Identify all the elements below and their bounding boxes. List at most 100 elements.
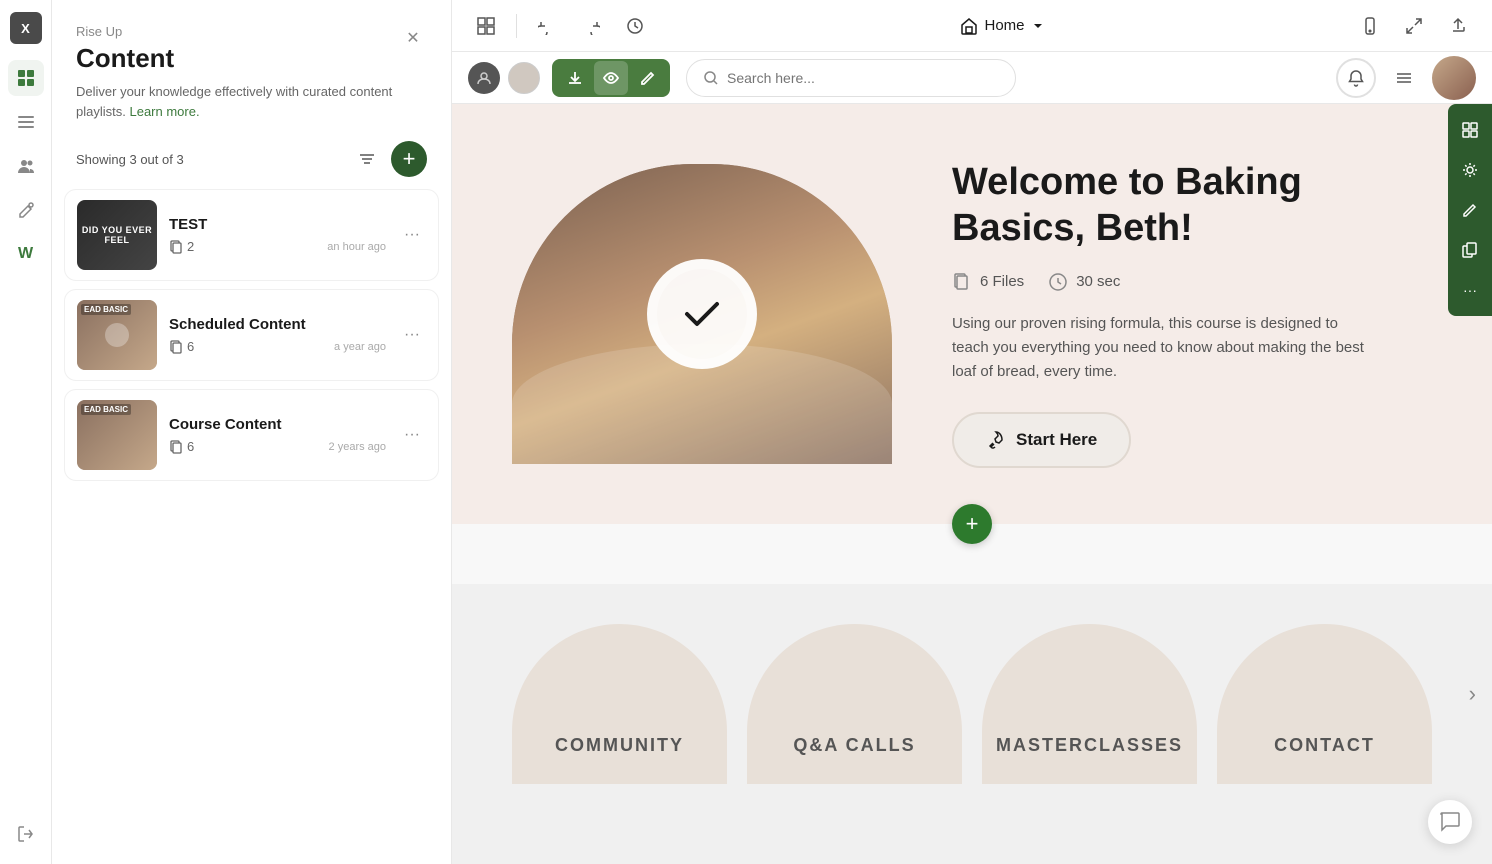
chat-icon [1439,811,1461,833]
item-files: 2 [169,239,194,254]
item-meta: 2 an hour ago [169,239,386,254]
expand-button[interactable] [1396,8,1432,44]
rocket-icon [986,430,1006,450]
content-list: DID YOU EVER FEEL TEST 2 an hour ago ··· [52,189,451,864]
hero-description: Using our proven rising formula, this co… [952,312,1372,384]
item-name: Scheduled Content [169,316,386,333]
panel-header: Rise Up Content Deliver your knowledge e… [52,0,451,133]
user-avatar-2[interactable] [508,62,540,94]
hero-stats: 6 Files 30 sec [952,272,1432,292]
chat-bubble-button[interactable] [1428,800,1472,844]
undo-button[interactable] [529,8,565,44]
nav-icon-w[interactable]: W [8,236,44,272]
panel-toolbar: Showing 3 out of 3 + [52,133,451,189]
clock-icon [1048,272,1068,292]
nav-card-label-contact: CONTACT [1274,735,1375,756]
item-name: Course Content [169,416,386,433]
item-time: 2 years ago [329,441,386,453]
menu-button[interactable] [1384,58,1424,98]
search-input[interactable] [727,70,999,86]
scroll-right-button[interactable]: › [1469,681,1476,707]
files-icon [952,272,972,292]
right-toolbar-settings[interactable] [1452,152,1488,188]
right-sidebar-toolbar: ··· [1448,104,1492,316]
list-item[interactable]: EAD BASIC Scheduled Content 6 a year ago [64,289,439,381]
mobile-preview-button[interactable] [1352,8,1388,44]
panel-description: Deliver your knowledge effectively with … [76,82,399,121]
icon-rail: X W [0,0,52,864]
item-info: Scheduled Content 6 a year ago [169,316,386,354]
start-btn-label: Start Here [1016,430,1097,450]
history-button[interactable] [617,8,653,44]
user-avatar-large[interactable] [1432,56,1476,100]
secondary-toolbar [452,52,1492,104]
home-navigation[interactable]: Home [960,17,1044,35]
nav-icon-dashboard[interactable] [8,60,44,96]
hero-section: Welcome to Baking Basics, Beth! 6 Files [452,104,1492,524]
share-button[interactable] [1440,8,1476,44]
sort-button[interactable] [351,143,383,175]
redo-button[interactable] [573,8,609,44]
item-thumbnail: DID YOU EVER FEEL [77,200,157,270]
item-meta: 6 2 years ago [169,439,386,454]
search-icon [703,70,719,86]
notification-button[interactable] [1336,58,1376,98]
files-count: 6 Files [980,273,1024,290]
item-time: a year ago [334,341,386,353]
list-item[interactable]: EAD BASIC Course Content 6 2 years ago ·… [64,389,439,481]
nav-card-label-community: COMMUNITY [555,735,684,756]
search-bar [686,59,1016,97]
item-thumbnail: EAD BASIC [77,400,157,470]
left-panel: Rise Up Content Deliver your knowledge e… [52,0,452,864]
nav-card-qa-calls[interactable]: Q&A CALLS [747,624,962,784]
close-panel-button[interactable]: ✕ [399,24,427,52]
right-toolbar-edit[interactable] [1452,192,1488,228]
toolbar-right [1352,8,1476,44]
nav-icon-users[interactable] [8,148,44,184]
start-here-button[interactable]: Start Here [952,412,1131,468]
right-toolbar-more[interactable]: ··· [1452,272,1488,308]
item-more-button[interactable]: ··· [398,224,426,246]
item-meta: 6 a year ago [169,339,386,354]
item-more-button[interactable]: ··· [398,324,426,346]
hero-duration-stat: 30 sec [1048,272,1120,292]
home-label: Home [984,17,1024,34]
nav-card-community[interactable]: COMMUNITY [512,624,727,784]
hero-image [512,164,892,464]
add-content-button[interactable]: + [391,141,427,177]
download-action-button[interactable] [558,61,592,95]
nav-icon-paint[interactable] [8,192,44,228]
layout-button[interactable] [468,8,504,44]
right-toolbar-copy[interactable] [1452,232,1488,268]
panel-actions: + [351,141,427,177]
user-avatar-1[interactable] [468,62,500,94]
edit-action-button[interactable] [630,61,664,95]
nav-icon-logout[interactable] [8,816,44,852]
app-name: Rise Up [76,24,399,39]
toolbar-separator [516,14,517,38]
item-more-button[interactable]: ··· [398,424,426,446]
item-info: TEST 2 an hour ago [169,216,386,254]
nav-card-contact[interactable]: CONTACT [1217,624,1432,784]
nav-card-label-qa: Q&A CALLS [793,735,915,756]
nav-card-label-masterclasses: MASTERCLASSES [996,735,1183,756]
item-thumbnail: EAD BASIC [77,300,157,370]
eye-action-button[interactable] [594,61,628,95]
hero-files-stat: 6 Files [952,272,1024,292]
item-files: 6 [169,339,194,354]
item-name: TEST [169,216,386,233]
nav-icon-list[interactable] [8,104,44,140]
learn-more-link[interactable]: Learn more. [129,104,199,119]
list-item[interactable]: DID YOU EVER FEEL TEST 2 an hour ago ··· [64,189,439,281]
showing-count: Showing 3 out of 3 [76,152,184,167]
main-area: Home [452,0,1492,864]
toolbar-center: Home [661,17,1344,35]
nav-cards-section: COMMUNITY Q&A CALLS MASTERCLASSES CONTAC… [452,584,1492,804]
top-toolbar: Home [452,0,1492,52]
item-info: Course Content 6 2 years ago [169,416,386,454]
app-logo: X [10,12,42,44]
right-toolbar-layout[interactable] [1452,112,1488,148]
nav-card-masterclasses[interactable]: MASTERCLASSES [982,624,1197,784]
add-section-button[interactable]: + [952,504,992,544]
hero-title: Welcome to Baking Basics, Beth! [952,160,1432,251]
